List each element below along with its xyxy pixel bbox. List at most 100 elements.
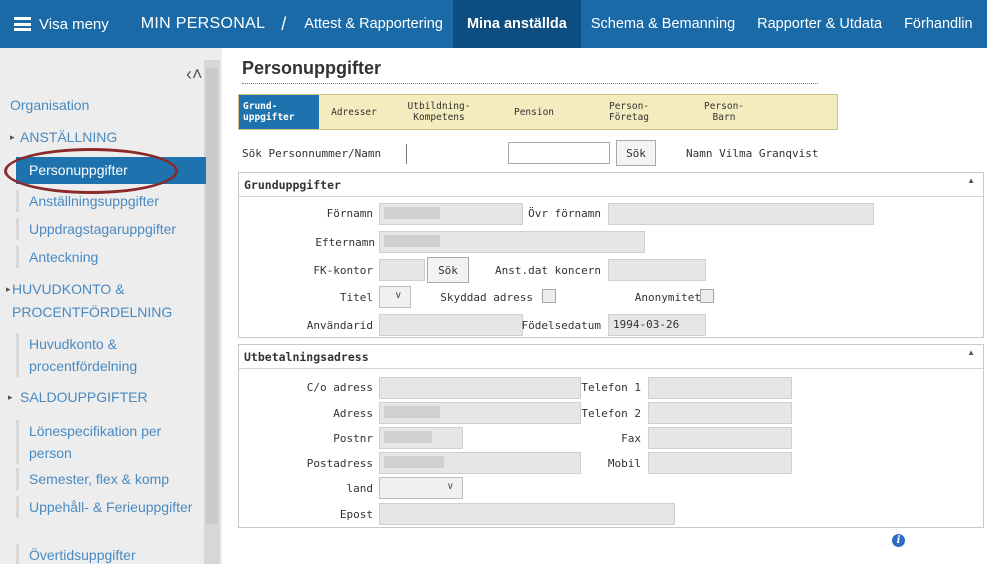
land-select[interactable]: ∨ xyxy=(379,477,463,499)
utbetalningsadress-panel: Utbetalningsadress ▲ C/o adress Telefon … xyxy=(238,344,984,528)
sidebar-item-uppdragstagaruppgifter[interactable]: Uppdragstagaruppgifter xyxy=(16,218,204,240)
fodelsedatum-label: Födelsedatum xyxy=(521,319,601,332)
chevron-down-icon: ∨ xyxy=(394,290,402,301)
anonymitet-checkbox[interactable] xyxy=(700,289,714,303)
sidebar-item-anteckning[interactable]: Anteckning xyxy=(16,246,204,268)
highlight-annotation-circle xyxy=(4,148,178,194)
tab-grunduppgifter[interactable]: Grund-uppgifter xyxy=(239,95,319,129)
grunduppgifter-panel: Grunduppgifter ▲ Förnamn Övr förnamn Eft… xyxy=(238,172,984,338)
sidebar-section-label: HUVUDKONTO & PROCENTFÖRDELNING xyxy=(12,281,173,320)
collapse-icon[interactable]: ‹˄ xyxy=(186,64,203,85)
panel-title: Utbetalningsadress xyxy=(244,350,369,364)
nav-mina-anstallda[interactable]: Mina anställda xyxy=(452,0,581,48)
search-label: Sök Personnummer/Namn xyxy=(242,147,382,160)
tab-label-line2: Kompetens xyxy=(413,112,465,123)
sidebar-item-uppehall[interactable]: Uppehåll- & Ferieuppgifter xyxy=(16,496,204,518)
mobil-field[interactable] xyxy=(648,452,792,474)
main-content: Personuppgifter Grund-uppgifter Adresser… xyxy=(222,48,987,564)
mobil-label: Mobil xyxy=(607,457,641,470)
show-menu-button[interactable]: Visa meny xyxy=(0,0,123,48)
tab-label-line1: Adresser xyxy=(331,106,377,118)
panel-header: Utbetalningsadress ▲ xyxy=(239,345,983,369)
fax-field[interactable] xyxy=(648,427,792,449)
info-icon[interactable]: i xyxy=(892,534,905,547)
fk-kontor-search-button[interactable]: Sök xyxy=(427,257,469,283)
chevron-down-icon: ∨ xyxy=(446,481,454,492)
page-title: Personuppgifter xyxy=(242,58,382,78)
redacted-value xyxy=(384,406,440,418)
sidebar: ‹˄ Organisation ▸ ANSTÄLLNING Personuppg… xyxy=(0,48,222,564)
sidebar-item-anstallningsuppgifter[interactable]: Anställningsuppgifter xyxy=(16,190,204,212)
tab-utbildning-kompetens[interactable]: Utbildning- Kompetens xyxy=(389,95,489,129)
postadress-field[interactable] xyxy=(379,452,581,474)
adress-field[interactable] xyxy=(379,402,581,424)
epost-field[interactable] xyxy=(379,503,675,525)
sidebar-section-anstallning[interactable]: ▸ ANSTÄLLNING xyxy=(10,126,118,149)
ovr-fornamn-field[interactable] xyxy=(608,203,874,225)
co-adress-field[interactable] xyxy=(379,377,581,399)
tab-label-line2: Barn xyxy=(712,112,736,123)
sidebar-item-huvudkonto[interactable]: Huvudkonto & procentfördelning xyxy=(16,333,204,377)
ovr-fornamn-label: Övr förnamn xyxy=(528,207,601,220)
tab-label-line1: Pension xyxy=(513,106,555,118)
show-menu-label: Visa meny xyxy=(39,15,109,33)
redacted-value xyxy=(384,235,440,247)
top-navigation: Visa meny MIN PERSONAL / Attest & Rappor… xyxy=(0,0,987,48)
epost-label: Epost xyxy=(339,508,373,521)
tab-label-line2: uppgifter xyxy=(243,112,295,123)
telefon1-field[interactable] xyxy=(648,377,792,399)
sidebar-section-saldouppgifter[interactable]: ▸ SALDOUPPGIFTER xyxy=(8,386,148,409)
nav-attest-rapportering[interactable]: Attest & Rapportering xyxy=(302,0,453,48)
panel-header: Grunduppgifter ▲ xyxy=(239,173,983,197)
redacted-value xyxy=(384,431,432,443)
anonymitet-label: Anonymitet xyxy=(634,291,701,304)
redacted-value xyxy=(384,456,444,468)
co-adress-label: C/o adress xyxy=(306,381,373,394)
tab-person-barn[interactable]: Person- Barn xyxy=(679,95,769,129)
sidebar-item-semester[interactable]: Semester, flex & komp xyxy=(16,468,204,490)
search-input[interactable] xyxy=(508,142,610,164)
text-cursor xyxy=(406,144,410,164)
fornamn-field[interactable] xyxy=(379,203,523,225)
sidebar-section-huvudkonto[interactable]: ▸ HUVUDKONTO & PROCENTFÖRDELNING xyxy=(6,278,202,324)
sidebar-item-overtid[interactable]: Övertidsuppgifter xyxy=(16,544,204,564)
collapse-up-icon[interactable]: ▲ xyxy=(967,348,975,357)
anst-dat-koncern-field[interactable] xyxy=(608,259,706,281)
tab-bar: Grund-uppgifter Adresser Utbildning- Komp… xyxy=(238,94,838,130)
skyddad-adress-checkbox[interactable] xyxy=(542,289,556,303)
tab-person-foretag[interactable]: Person- Företag xyxy=(579,95,679,129)
telefon2-field[interactable] xyxy=(648,402,792,424)
nav-schema-bemanning[interactable]: Schema & Bemanning xyxy=(581,0,745,48)
sidebar-item-lonespecifikation[interactable]: Lönespecifikation per person xyxy=(16,420,204,464)
nav-forhandling[interactable]: Förhandlin xyxy=(894,0,983,48)
collapse-up-icon[interactable]: ▲ xyxy=(967,176,975,185)
anvandarid-label: Användarid xyxy=(306,319,373,332)
efternamn-field[interactable] xyxy=(379,231,645,253)
sidebar-section-label: ANSTÄLLNING xyxy=(20,129,118,145)
caret-down-icon: ▸ xyxy=(8,392,13,402)
postnr-label: Postnr xyxy=(333,432,373,445)
caret-down-icon: ▸ xyxy=(6,284,11,294)
caret-down-icon: ▸ xyxy=(10,132,15,142)
sidebar-item-organisation[interactable]: Organisation xyxy=(10,94,89,116)
titel-select[interactable]: ∨ xyxy=(379,286,411,308)
titel-label: Titel xyxy=(339,291,373,304)
tab-label-line2: Företag xyxy=(608,112,650,123)
fodelsedatum-field[interactable]: 1994-03-26 xyxy=(608,314,706,336)
efternamn-label: Efternamn xyxy=(315,236,375,249)
title-divider xyxy=(242,83,818,84)
telefon1-label: Telefon 1 xyxy=(581,381,641,394)
tab-pension[interactable]: Pension xyxy=(489,95,579,129)
panel-title: Grunduppgifter xyxy=(244,178,341,192)
breadcrumb-separator: / xyxy=(281,13,287,34)
anvandarid-field[interactable] xyxy=(379,314,523,336)
search-button[interactable]: Sök xyxy=(616,140,656,166)
tab-adresser[interactable]: Adresser xyxy=(319,95,389,129)
fax-label: Fax xyxy=(621,432,641,445)
postnr-field[interactable] xyxy=(379,427,463,449)
fk-kontor-field[interactable] xyxy=(379,259,425,281)
search-row: Sök Personnummer/Namn Sök Namn Vilma Gra… xyxy=(242,140,962,168)
sidebar-scrollbar-thumb[interactable] xyxy=(206,68,218,524)
nav-rapporter-utdata[interactable]: Rapporter & Utdata xyxy=(745,0,894,48)
brand-title[interactable]: MIN PERSONAL xyxy=(123,15,276,33)
